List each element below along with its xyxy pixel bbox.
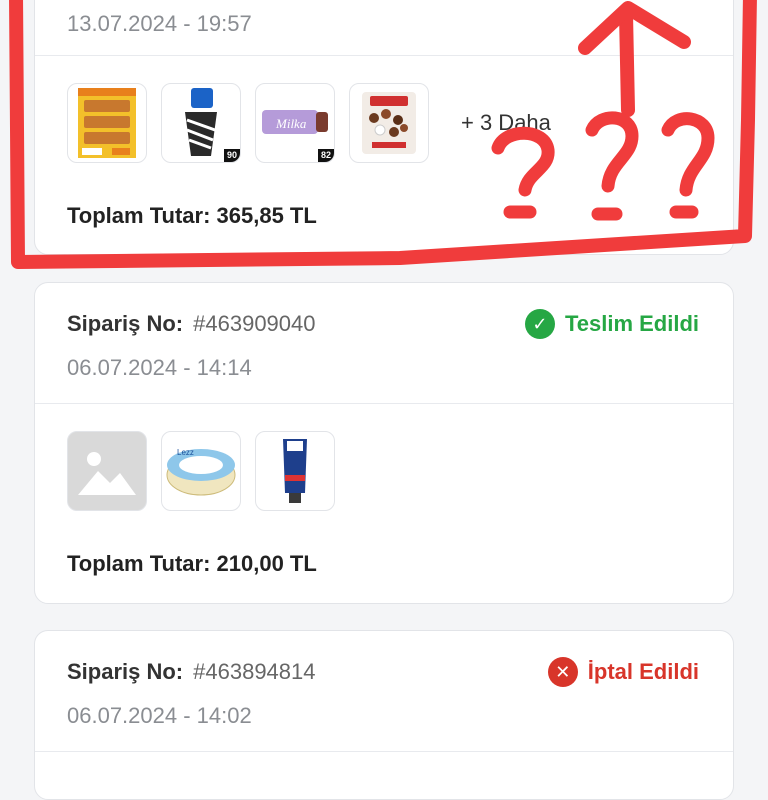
cancel-circle-icon: ✕ [547, 657, 578, 687]
toothpaste-tube-icon [283, 439, 307, 503]
product-thumbnails: 90 Milka 82 + 3 Daha [67, 83, 551, 163]
product-thumbnails: Lezz [67, 431, 335, 511]
order-header: 13.07.2024 - 19:57 [35, 0, 733, 56]
check-circle-icon: ✓ [524, 309, 555, 339]
order-total: Toplam Tutar: 210,00 TL [67, 551, 317, 576]
order-number-row: Sipariş No: #463909040 [67, 311, 316, 337]
order-number-row: Sipariş No: #463894814 [67, 659, 316, 685]
status-label: İptal Edildi [587, 659, 699, 684]
order-number: #463894814 [193, 659, 316, 684]
status-label: Teslim Edildi [564, 311, 699, 336]
volume-tag: 90 [223, 149, 240, 162]
product-thumb-milka[interactable]: Milka 82 [255, 83, 335, 163]
order-header: Sipariş No: #463894814 ✕ İptal Edildi 06.… [35, 631, 733, 752]
order-total: Toplam Tutar: 365,85 TL [67, 203, 317, 228]
product-thumb-chocolate-bag[interactable] [349, 83, 429, 163]
more-items-label[interactable]: + 3 Daha [461, 110, 551, 136]
ice-cream-cone-icon [185, 88, 217, 156]
order-card[interactable]: Sipariş No: #463909040 ✓ Teslim Edildi 06… [34, 282, 734, 604]
order-header: Sipariş No: #463909040 ✓ Teslim Edildi 06… [35, 283, 733, 404]
product-thumb-wafer[interactable] [67, 83, 147, 163]
cream-cheese-tub-icon: Lezz [166, 448, 236, 496]
product-thumb-ice-cream[interactable]: 90 [161, 83, 241, 163]
order-date: 13.07.2024 - 19:57 [67, 11, 252, 36]
order-number-label: Sipariş No: [67, 311, 184, 336]
product-thumb-placeholder[interactable] [67, 431, 147, 511]
wafer-pack-icon [78, 88, 136, 158]
product-thumb-toothpaste[interactable] [255, 431, 335, 511]
status-badge: ✕ İptal Edildi [547, 657, 699, 687]
order-date: 06.07.2024 - 14:14 [67, 355, 252, 380]
order-number-label: Sipariş No: [67, 659, 184, 684]
order-card[interactable]: 13.07.2024 - 19:57 90 Milka 82 + 3 Daha … [34, 0, 734, 255]
svg-text:Lezz: Lezz [177, 448, 194, 457]
status-badge: ✓ Teslim Edildi [524, 309, 699, 339]
milka-bar-icon: Milka [262, 110, 328, 134]
order-date: 06.07.2024 - 14:02 [67, 703, 252, 728]
volume-tag: 82 [317, 149, 334, 162]
svg-text:Milka: Milka [275, 116, 307, 131]
chocolate-bag-icon [362, 92, 416, 154]
order-number: #463909040 [193, 311, 316, 336]
product-thumb-cream-cheese[interactable]: Lezz [161, 431, 241, 511]
order-card[interactable]: Sipariş No: #463894814 ✕ İptal Edildi 06.… [34, 630, 734, 800]
image-placeholder-icon [78, 452, 136, 495]
